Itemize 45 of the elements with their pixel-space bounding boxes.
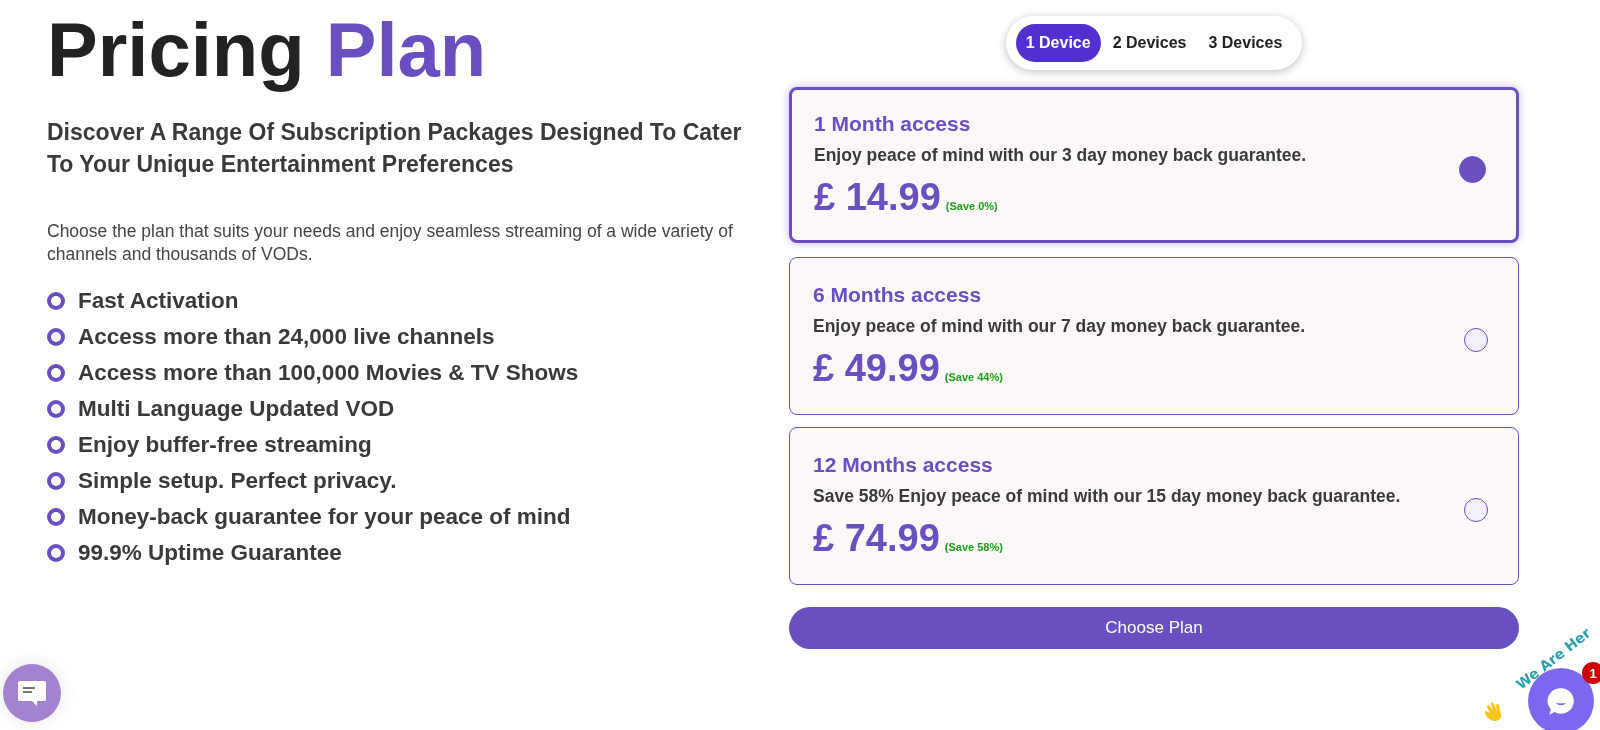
bullet-icon <box>47 436 65 454</box>
notification-badge: 1 <box>1582 662 1600 684</box>
plan-title: 12 Months access <box>813 452 994 477</box>
feature-text: Access more than 100,000 Movies & TV Shows <box>78 360 579 386</box>
feature-text: Enjoy buffer-free streaming <box>78 432 372 458</box>
page-title: Pricing Plan <box>47 10 488 90</box>
device-tab[interactable]: 1 Device <box>1015 24 1101 62</box>
bullet-icon <box>47 472 65 490</box>
choose-plan-button[interactable]: Choose Plan <box>789 607 1519 649</box>
plan-description: Enjoy peace of mind with our 7 day money back guarantee. <box>813 315 1307 337</box>
plan-description: Enjoy peace of mind with our 3 day money back guarantee. <box>814 144 1308 166</box>
plan-price: £ 49.99 <box>813 346 940 390</box>
intro-text: Choose the plan that suits your needs and enjoy seamless streaming of a wide variety of channels and thousands of VODs. <box>47 220 734 266</box>
device-tab[interactable]: 3 Devices <box>1198 24 1293 62</box>
plan-card[interactable]: 1 Month access Enjoy peace of mind with our 3 day money back guarantee. £ 14.99(Save 0%) <box>789 87 1519 243</box>
feature-text: Multi Language Updated VOD <box>78 396 395 422</box>
subtitle: Discover A Range Of Subscription Packages Designed To Cater To Your Unique Entertainment Preferences <box>47 118 743 179</box>
plan-price: £ 14.99 <box>814 175 941 219</box>
plan-card[interactable]: 12 Months access Save 58% Enjoy peace of mind with our 15 day money back guarantee. £ 74.99(Save 58%) <box>789 427 1519 585</box>
saving-label: (Save 44%) <box>944 370 1003 383</box>
plan-card[interactable]: 6 Months access Enjoy peace of mind with our 7 day money back guarantee. £ 49.99(Save 44%) <box>789 257 1519 415</box>
bullet-icon <box>47 508 65 526</box>
bullet-icon <box>47 364 65 382</box>
chat-button[interactable] <box>3 664 61 722</box>
radio-button[interactable] <box>1464 498 1488 522</box>
message-icon <box>17 679 47 707</box>
plan-description: Save 58% Enjoy peace of mind with our 15 day money back guarantee. <box>813 485 1402 507</box>
feature-text: Fast Activation <box>78 288 239 314</box>
plan-title: 1 Month access <box>814 111 972 136</box>
bullet-icon <box>47 400 65 418</box>
chat-icon <box>1545 685 1577 717</box>
saving-label: (Save 58%) <box>944 540 1003 553</box>
device-tab[interactable]: 2 Devices <box>1102 24 1197 62</box>
bullet-icon <box>47 544 65 562</box>
bullet-icon <box>47 292 65 310</box>
plan-title: 6 Months access <box>813 282 983 307</box>
radio-button[interactable] <box>1459 155 1486 183</box>
feature-text: Access more than 24,000 live channels <box>78 324 495 350</box>
saving-label: (Save 0%) <box>945 199 998 212</box>
radio-button[interactable] <box>1464 328 1488 352</box>
feature-text: Money-back guarantee for your peace of mind <box>78 504 571 530</box>
bullet-icon <box>47 328 65 346</box>
feature-text: Simple setup. Perfect privacy. <box>78 468 397 494</box>
plan-price: £ 74.99 <box>813 516 940 560</box>
feature-text: 99.9% Uptime Guarantee <box>78 540 342 566</box>
